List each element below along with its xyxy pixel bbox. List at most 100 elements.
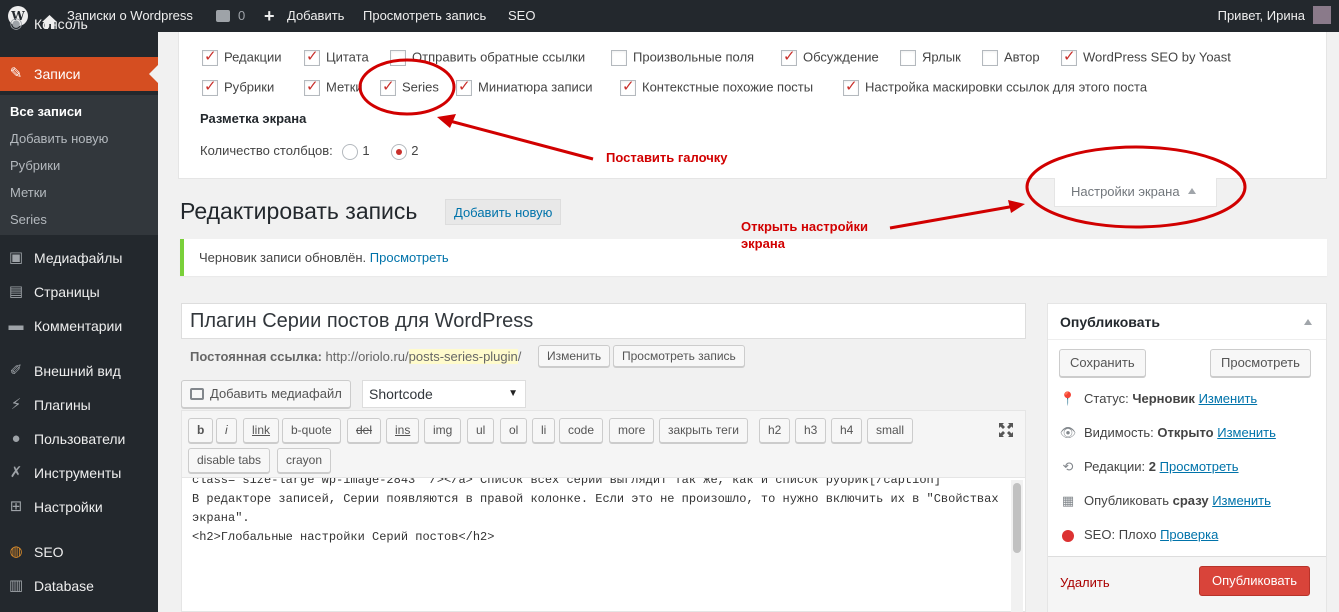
sidebar-item-comments[interactable]: ▬ Комментарии (0, 309, 158, 343)
checkbox[interactable] (1061, 48, 1077, 66)
checkbox[interactable] (620, 78, 636, 96)
option-series[interactable]: Series (380, 78, 439, 96)
option-excerpt[interactable]: Цитата (304, 48, 369, 66)
qt-more-button[interactable]: more (609, 418, 655, 443)
option-custom-fields[interactable]: Произвольные поля (611, 48, 754, 66)
sidebar-item-users[interactable]: ● Пользователи (0, 422, 158, 456)
columns-radio-2[interactable] (391, 143, 408, 160)
checkbox[interactable] (202, 48, 218, 66)
option-yoast-seo[interactable]: WordPress SEO by Yoast (1061, 48, 1231, 66)
sidebar-item-seo[interactable]: ◍ SEO (0, 535, 158, 569)
greeting-link[interactable]: Привет, Ирина (1218, 0, 1305, 32)
screen-options-tab[interactable]: Настройки экрана (1054, 178, 1217, 207)
edit-status-link[interactable]: Изменить (1199, 391, 1258, 406)
checkbox[interactable] (380, 78, 396, 96)
sidebar-item-dashboard[interactable]: ◉ Консоль (0, 10, 158, 38)
edit-permalink-button[interactable]: Изменить (538, 345, 611, 367)
add-new-button[interactable]: Добавить новую (445, 199, 562, 225)
qt-h4-button[interactable]: h4 (831, 418, 863, 443)
option-discussion[interactable]: Обсуждение (781, 48, 879, 66)
sidebar-item-tools[interactable]: ✗ Инструменты (0, 456, 158, 490)
comment-count[interactable]: 0 (238, 0, 245, 32)
delete-link[interactable]: Удалить (1060, 575, 1110, 590)
qt-ul-button[interactable]: ul (467, 418, 495, 443)
submenu-tags[interactable]: Метки (10, 185, 47, 200)
qt-img-button[interactable]: img (424, 418, 462, 443)
qt-italic-button[interactable]: i (216, 418, 237, 443)
add-new-menu[interactable]: Добавить (287, 0, 344, 32)
database-icon: ▥ (8, 577, 24, 594)
option-revisions[interactable]: Редакции (202, 48, 282, 66)
seo-check-link[interactable]: Проверка (1160, 527, 1218, 542)
sidebar-item-plugins[interactable]: ⚡ Плагины (0, 388, 158, 422)
option-trackbacks[interactable]: Отправить обратные ссылки (390, 48, 585, 66)
browse-revisions-link[interactable]: Просмотреть (1160, 459, 1239, 474)
sidebar-item-database[interactable]: ▥ Database (0, 569, 158, 603)
submenu-all-posts[interactable]: Все записи (10, 104, 82, 119)
qt-bold-button[interactable]: b (188, 418, 214, 443)
columns-option-2[interactable]: 2 (411, 143, 418, 158)
add-media-button[interactable]: Добавить медиафайл (181, 380, 351, 408)
option-related-posts[interactable]: Контекстные похожие посты (620, 78, 813, 96)
columns-option-1[interactable]: 1 (362, 143, 369, 158)
scrollbar-thumb[interactable] (1013, 483, 1021, 553)
post-title-input[interactable]: Плагин Серии постов для WordPress (181, 303, 1026, 339)
shortcode-select[interactable]: Shortcode ▼ (362, 380, 526, 408)
qt-h3-button[interactable]: h3 (795, 418, 827, 443)
save-draft-button[interactable]: Сохранить (1059, 349, 1146, 377)
publish-button[interactable]: Опубликовать (1199, 566, 1311, 596)
checkbox[interactable] (781, 48, 797, 66)
checkbox[interactable] (304, 78, 320, 96)
qt-li-button[interactable]: li (532, 418, 556, 443)
submenu-add-new[interactable]: Добавить новую (10, 131, 108, 146)
checkbox[interactable] (900, 49, 916, 66)
option-featured-image[interactable]: Миниатюра записи (456, 78, 593, 96)
submenu-series[interactable]: Series (10, 212, 47, 227)
preview-button[interactable]: Просмотреть (1210, 349, 1311, 377)
checkbox[interactable] (982, 49, 998, 66)
columns-radio-1[interactable] (342, 143, 359, 160)
caret-up-icon[interactable] (1304, 319, 1312, 325)
pin-icon: ✎ (9, 65, 23, 82)
checkbox[interactable] (843, 78, 859, 96)
sidebar-item-posts[interactable]: ✎ Записи (0, 57, 158, 91)
editor-scrollbar[interactable] (1011, 480, 1023, 612)
edit-visibility-link[interactable]: Изменить (1217, 425, 1276, 440)
submenu-categories[interactable]: Рубрики (10, 158, 60, 173)
seo-menu[interactable]: SEO (508, 0, 535, 32)
checkbox[interactable] (304, 48, 320, 66)
option-author[interactable]: Автор (982, 48, 1040, 66)
qt-close-tags-button[interactable]: закрыть теги (659, 418, 748, 443)
qt-ol-button[interactable]: ol (500, 418, 528, 443)
fullscreen-icon[interactable] (999, 423, 1013, 437)
editor-textarea[interactable]: class= size-large wp-image-2843 /></a> С… (181, 478, 1026, 612)
option-slug[interactable]: Ярлык (900, 48, 961, 66)
checkbox[interactable] (390, 49, 406, 66)
view-post-link[interactable]: Просмотреть запись (363, 0, 486, 32)
option-tags[interactable]: Метки (304, 78, 363, 96)
qt-ins-button[interactable]: ins (386, 418, 420, 443)
qt-code-button[interactable]: code (559, 418, 604, 443)
qt-del-button[interactable]: del (347, 418, 382, 443)
qt-bquote-button[interactable]: b-quote (282, 418, 341, 443)
option-categories[interactable]: Рубрики (202, 78, 274, 96)
notice-view-link[interactable]: Просмотреть (370, 250, 449, 265)
comment-icon[interactable] (216, 10, 230, 22)
qt-disable-tabs-button[interactable]: disable tabs (188, 448, 271, 473)
option-link-masking[interactable]: Настройка маскировки ссылок для этого по… (843, 78, 1147, 96)
checkbox[interactable] (456, 78, 472, 96)
sidebar-item-settings[interactable]: ⊞ Настройки (0, 490, 158, 524)
qt-crayon-button[interactable]: crayon (277, 448, 332, 473)
qt-link-button[interactable]: link (243, 418, 280, 443)
checkbox[interactable] (202, 78, 218, 96)
permalink-slug[interactable]: posts-series-plugin (408, 349, 518, 364)
sidebar-item-appearance[interactable]: ✐ Внешний вид (0, 354, 158, 388)
edit-schedule-link[interactable]: Изменить (1212, 493, 1271, 508)
checkbox[interactable] (611, 49, 627, 66)
view-post-button[interactable]: Просмотреть запись (613, 345, 745, 367)
sidebar-item-pages[interactable]: ▤ Страницы (0, 275, 158, 309)
qt-h2-button[interactable]: h2 (759, 418, 791, 443)
avatar[interactable] (1313, 6, 1331, 24)
sidebar-item-media[interactable]: ▣ Медиафайлы (0, 241, 158, 275)
qt-small-button[interactable]: small (867, 418, 914, 443)
